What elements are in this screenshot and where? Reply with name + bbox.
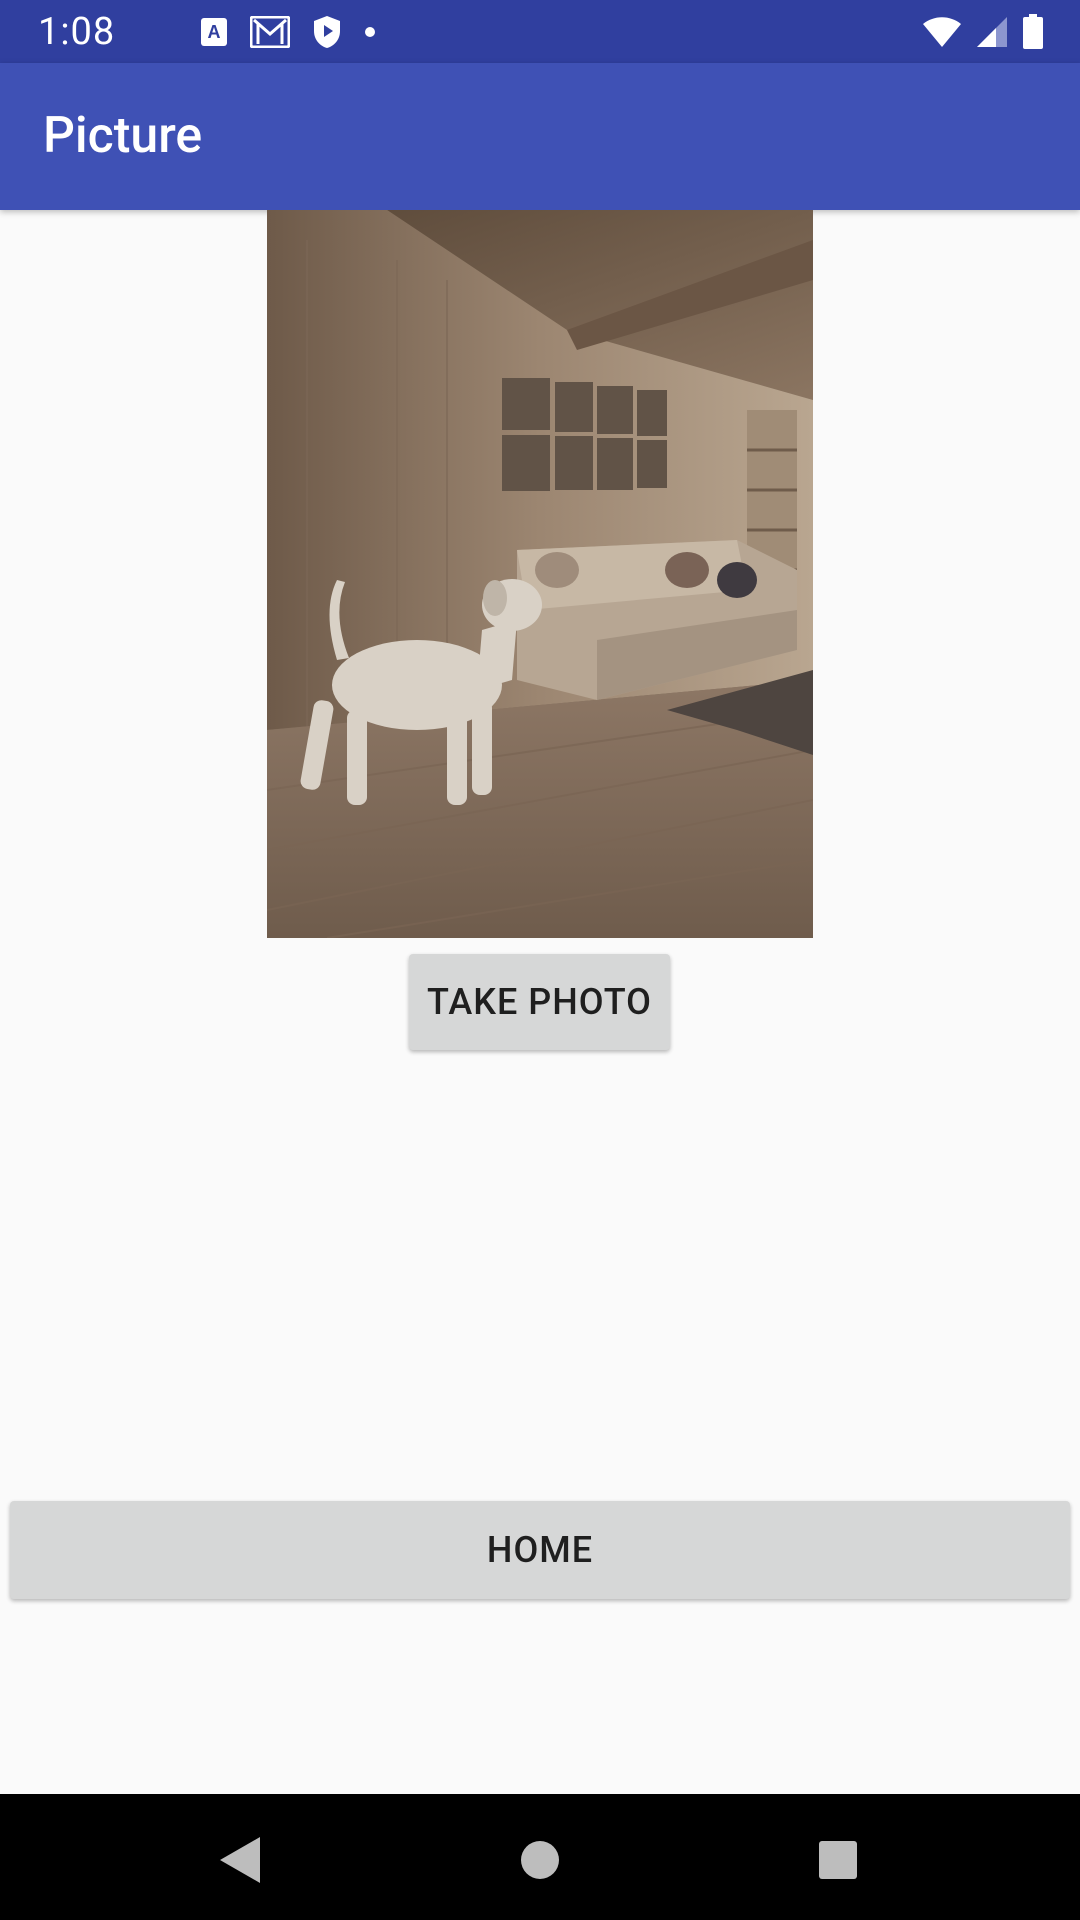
a-translate-icon: A (200, 17, 228, 47)
dot-icon (364, 26, 376, 38)
captured-photo (267, 210, 813, 938)
battery-icon (1022, 14, 1044, 50)
dog-in-living-room-image (267, 210, 813, 938)
status-bar: 1:08 A (0, 0, 1080, 63)
signal-icon (976, 16, 1008, 48)
home-circle-icon[interactable] (510, 1830, 570, 1890)
home-button[interactable]: HOME (10, 1501, 1070, 1599)
status-system-icons (922, 12, 1044, 52)
status-time: 1:08 (38, 10, 116, 54)
take-photo-button[interactable]: TAKE PHOTO (409, 954, 670, 1050)
app-bar: Picture (0, 63, 1080, 210)
svg-text:A: A (208, 22, 221, 42)
back-icon[interactable] (210, 1830, 270, 1890)
recents-square-icon[interactable] (808, 1830, 868, 1890)
navigation-bar (0, 1794, 1080, 1920)
page-title: Picture (43, 107, 203, 165)
shield-play-icon (312, 15, 342, 49)
gmail-icon (250, 16, 290, 48)
wifi-icon (922, 16, 962, 48)
status-notification-icons: A (200, 14, 376, 50)
